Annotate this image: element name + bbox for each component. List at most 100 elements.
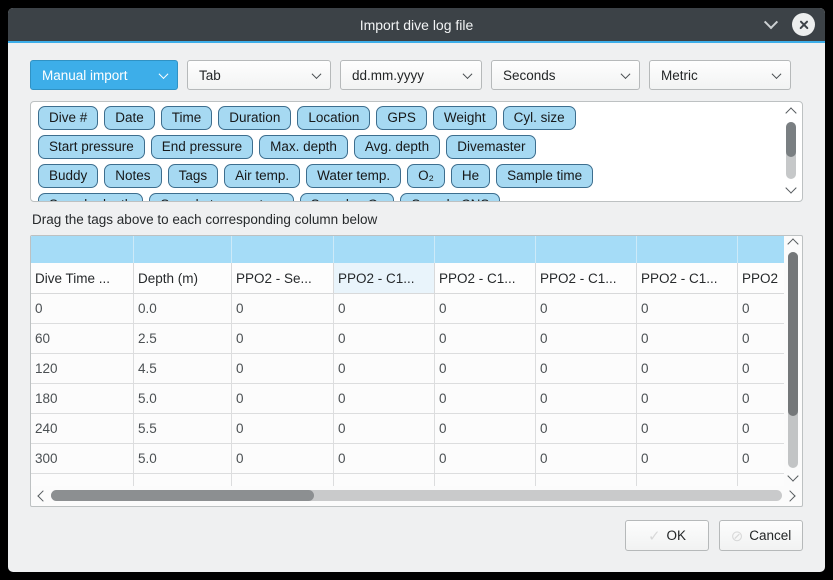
tag-max-depth[interactable]: Max. depth <box>259 135 348 159</box>
scroll-up-icon[interactable] <box>785 107 796 118</box>
scroll-down-icon[interactable] <box>787 470 798 481</box>
drop-target-cell-3[interactable] <box>334 236 435 263</box>
chevron-down-icon <box>312 69 322 79</box>
scrollbar-thumb[interactable] <box>51 490 314 501</box>
tag-notes[interactable]: Notes <box>104 164 161 188</box>
tag-location[interactable]: Location <box>297 106 370 130</box>
table-cell: 0 <box>334 354 435 383</box>
tag-dive[interactable]: Dive # <box>38 106 98 130</box>
column-header-1: Depth (m) <box>134 263 232 293</box>
table-cell: 0 <box>637 354 738 383</box>
units-combobox[interactable]: Metric <box>649 60 791 90</box>
drop-target-cell-5[interactable] <box>536 236 637 263</box>
source-combobox-value: Manual import <box>42 68 128 83</box>
drop-target-cell-0[interactable] <box>31 236 134 263</box>
partial-row <box>31 474 784 486</box>
cancel-button[interactable]: ⊘ Cancel <box>719 520 803 551</box>
tag-tags[interactable]: Tags <box>168 164 219 188</box>
scrollbar-track[interactable] <box>788 252 798 468</box>
table-body: 00.0000000602.50000001204.50000001805.00… <box>31 294 784 474</box>
table-grid: Dive Time ...Depth (m)PPO2 - Se...PPO2 -… <box>31 236 784 486</box>
tag-o[interactable]: O₂ <box>407 164 445 188</box>
tag-divemaster[interactable]: Divemaster <box>446 135 536 159</box>
table-cell: 0 <box>334 414 435 443</box>
table-cell: 5.5 <box>134 414 232 443</box>
field-separator-combobox[interactable]: Tab <box>187 60 331 90</box>
field-separator-value: Tab <box>199 68 221 83</box>
tag-weight[interactable]: Weight <box>433 106 497 130</box>
scroll-left-icon[interactable] <box>37 490 48 501</box>
drop-target-cell-6[interactable] <box>637 236 738 263</box>
table-cell: 0 <box>536 354 637 383</box>
scrollbar-thumb[interactable] <box>788 252 798 416</box>
table-cell: 0 <box>435 414 536 443</box>
scroll-right-icon[interactable] <box>784 490 795 501</box>
chevron-down-icon[interactable] <box>764 15 778 29</box>
tag-air-temp[interactable]: Air temp. <box>224 164 300 188</box>
table-horizontal-scrollbar[interactable] <box>33 487 800 504</box>
scroll-up-icon[interactable] <box>787 238 798 249</box>
partial-cell <box>435 474 536 486</box>
scrollbar-thumb[interactable] <box>786 122 796 157</box>
tag-end-pressure[interactable]: End pressure <box>151 135 253 159</box>
duration-format-combobox[interactable]: Seconds <box>491 60 640 90</box>
drop-target-cell-1[interactable] <box>134 236 232 263</box>
column-header-6: PPO2 - C1... <box>637 263 738 293</box>
partial-cell <box>738 474 784 486</box>
source-combobox[interactable]: Manual import <box>30 60 178 90</box>
table-cell: 0 <box>536 414 637 443</box>
drop-target-cell-7[interactable] <box>738 236 784 263</box>
tag-sample-cns[interactable]: Sample CNS <box>400 193 500 202</box>
tag-sample-time[interactable]: Sample time <box>496 164 593 188</box>
tag-duration[interactable]: Duration <box>218 106 291 130</box>
table-cell: 0 <box>435 384 536 413</box>
table-cell: 0 <box>637 414 738 443</box>
scrollbar-track[interactable] <box>786 122 796 179</box>
tag-start-pressure[interactable]: Start pressure <box>38 135 145 159</box>
tag-sample-po[interactable]: Sample pO₂ <box>300 193 395 202</box>
table-cell: 0 <box>435 354 536 383</box>
drag-hint-label: Drag the tags above to each correspondin… <box>32 212 801 227</box>
table-cell: 0 <box>435 444 536 473</box>
column-header-7: PPO2 <box>738 263 784 293</box>
table-cell: 0 <box>536 444 637 473</box>
tag-water-temp[interactable]: Water temp. <box>306 164 401 188</box>
tag-row: BuddyNotes TagsAir temp.Water temp.O₂HeSa… <box>38 164 795 188</box>
scrollbar-track[interactable] <box>51 490 782 501</box>
tag-time[interactable]: Time <box>161 106 213 130</box>
table-cell: 0 <box>738 324 784 353</box>
table-vertical-scrollbar[interactable] <box>784 237 801 485</box>
table-cell: 300 <box>31 444 134 473</box>
scroll-down-icon[interactable] <box>785 182 796 193</box>
table-cell: 180 <box>31 384 134 413</box>
duration-format-value: Seconds <box>503 68 556 83</box>
tag-sample-temperature[interactable]: Sample temperature <box>149 193 293 202</box>
tag-sample-depth[interactable]: Sample depth <box>38 193 143 202</box>
tag-gps[interactable]: GPS <box>376 106 427 130</box>
drop-target-cell-2[interactable] <box>232 236 334 263</box>
close-icon[interactable] <box>792 13 815 36</box>
table-cell: 0 <box>637 444 738 473</box>
drop-target-cell-4[interactable] <box>435 236 536 263</box>
table-cell: 0 <box>232 444 334 473</box>
partial-cell <box>31 474 134 486</box>
titlebar[interactable]: Import dive log file <box>8 8 825 43</box>
check-icon: ✓ <box>648 527 661 545</box>
tag-date[interactable]: Date <box>104 106 155 130</box>
tag-cyl-size[interactable]: Cyl. size <box>503 106 576 130</box>
partial-cell <box>536 474 637 486</box>
table-cell: 240 <box>31 414 134 443</box>
import-preview-table: Dive Time ...Depth (m)PPO2 - Se...PPO2 -… <box>30 235 803 507</box>
table-row: 3005.0000000 <box>31 444 784 474</box>
table-cell: 0.0 <box>134 294 232 323</box>
table-cell: 0 <box>738 354 784 383</box>
tag-buddy[interactable]: Buddy <box>38 164 98 188</box>
tag-panel-vertical-scrollbar[interactable] <box>783 106 799 197</box>
date-format-combobox[interactable]: dd.mm.yyyy <box>340 60 482 90</box>
tag-avg-depth[interactable]: Avg. depth <box>354 135 440 159</box>
cancel-icon: ⊘ <box>731 527 744 545</box>
chevron-down-icon <box>772 69 782 79</box>
ok-button[interactable]: ✓ OK <box>625 520 709 551</box>
tag-he[interactable]: He <box>451 164 490 188</box>
dialog-buttons: ✓ OK ⊘ Cancel <box>30 520 803 551</box>
